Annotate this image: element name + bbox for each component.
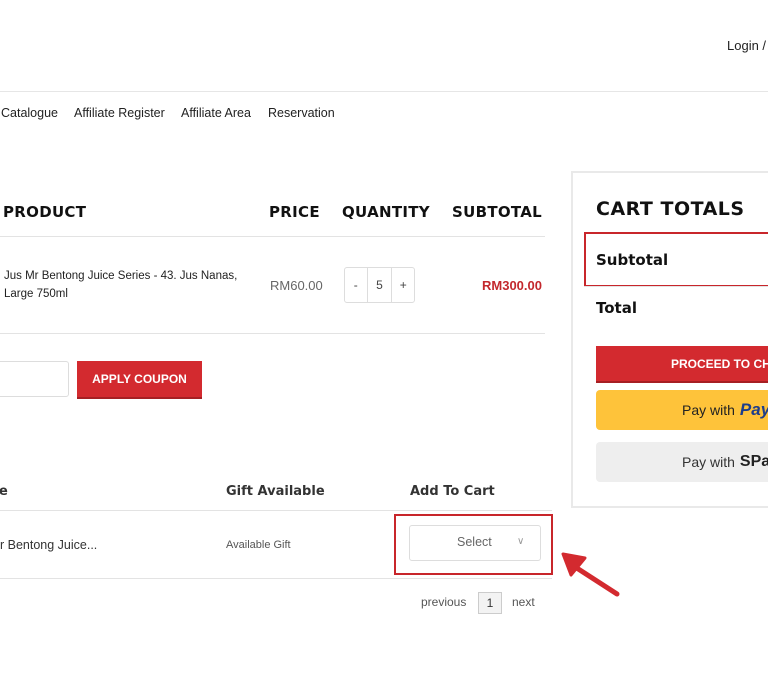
cart-totals-title: CART TOTALS bbox=[596, 198, 745, 220]
nav-item-affiliate-area[interactable]: Affiliate Area bbox=[181, 106, 251, 120]
cart-product-price: RM60.00 bbox=[270, 278, 323, 293]
quantity-stepper: - 5 + bbox=[344, 267, 415, 303]
pagination-previous[interactable]: previous bbox=[421, 595, 466, 609]
totals-divider bbox=[584, 286, 768, 287]
cart-product-subtotal: RM300.00 bbox=[482, 278, 542, 293]
cart-totals-total-label: Total bbox=[596, 299, 637, 317]
login-link[interactable]: Login / bbox=[727, 38, 766, 53]
column-header-price: PRICE bbox=[269, 203, 320, 221]
paypal-button-label: Pay with bbox=[682, 402, 735, 418]
quantity-decrease-button[interactable]: - bbox=[345, 268, 367, 302]
spaylater-logo-icon: SPayLater bbox=[739, 453, 768, 470]
spaylater-button-label: Pay with bbox=[682, 454, 735, 470]
table-divider bbox=[0, 333, 545, 334]
table-divider bbox=[0, 510, 552, 511]
apply-coupon-button[interactable]: APPLY COUPON bbox=[77, 361, 202, 397]
cart-totals-subtotal-label: Subtotal bbox=[596, 251, 669, 269]
highlight-box-select bbox=[394, 514, 553, 575]
coupon-code-input[interactable] bbox=[0, 361, 69, 397]
quantity-increase-button[interactable]: + bbox=[392, 268, 414, 302]
pagination-next[interactable]: next bbox=[512, 595, 535, 609]
gift-column-header-gift: Gift Available bbox=[226, 484, 325, 499]
column-header-subtotal: SUBTOTAL bbox=[452, 203, 543, 221]
table-divider bbox=[0, 578, 552, 579]
cart-product-name[interactable]: Jus Mr Bentong Juice Series - 43. Jus Na… bbox=[4, 267, 244, 303]
column-header-quantity: QUANTITY bbox=[342, 203, 430, 221]
pagination-page-1[interactable]: 1 bbox=[478, 592, 502, 614]
gift-column-header-add-to-cart: Add To Cart bbox=[410, 484, 495, 499]
paypal-logo-icon: PayPal bbox=[739, 400, 768, 419]
annotation-arrow-icon bbox=[561, 552, 620, 597]
gift-column-header-name: e bbox=[0, 484, 8, 499]
column-header-product: PRODUCT bbox=[3, 203, 87, 221]
nav-item-affiliate-register[interactable]: Affiliate Register bbox=[74, 106, 165, 120]
spaylater-button[interactable]: Pay with SPayLater bbox=[596, 442, 768, 482]
gift-product-name: r Bentong Juice... bbox=[0, 538, 98, 552]
quantity-input[interactable]: 5 bbox=[366, 268, 393, 302]
gift-available-label: Available Gift bbox=[226, 539, 291, 551]
nav-item-catalogue[interactable]: Catalogue bbox=[1, 106, 58, 120]
table-divider bbox=[0, 236, 545, 237]
nav-item-reservation[interactable]: Reservation bbox=[268, 106, 335, 120]
proceed-to-checkout-button[interactable]: PROCEED TO CHECKOUT bbox=[596, 346, 768, 381]
paypal-button[interactable]: Pay with PayPal bbox=[596, 390, 768, 430]
header-divider bbox=[0, 91, 768, 92]
